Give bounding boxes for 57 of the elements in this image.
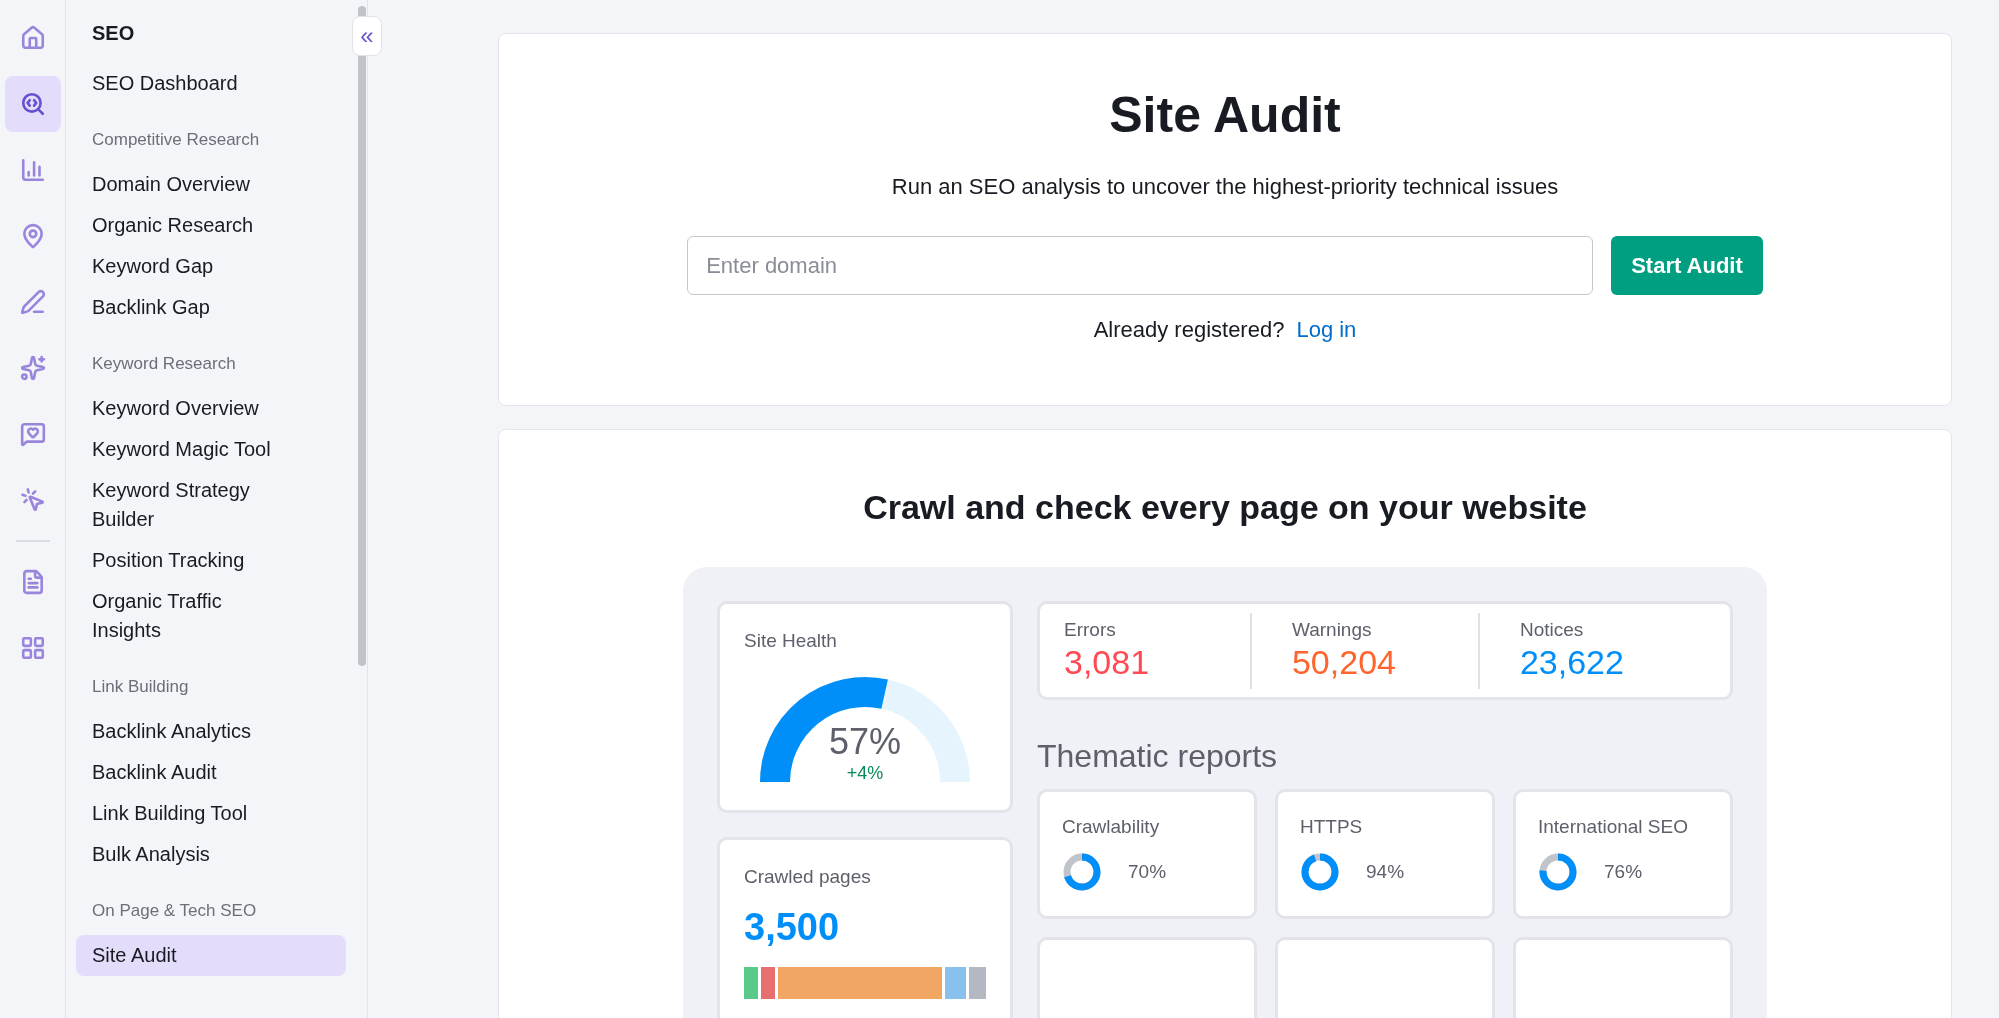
login-link[interactable]: Log in (1296, 317, 1357, 343)
donut-chart-icon (1538, 852, 1578, 892)
donut-chart-icon (1300, 852, 1340, 892)
crawled-pages-count: 3,500 (744, 906, 841, 949)
donut-chart-icon (1062, 852, 1102, 892)
sidebar-item[interactable]: Keyword Gap (76, 246, 346, 287)
issue-count: 3,081 (1064, 643, 1151, 682)
sidebar-item[interactable]: Site Audit (76, 935, 346, 976)
magnifier-icon (19, 91, 46, 117)
report-percent: 94% (1366, 861, 1405, 883)
sidebar-item[interactable]: Organic Research (76, 205, 346, 246)
report-name: HTTPS (1300, 816, 1364, 838)
bar-chart-icon (19, 157, 46, 183)
cursor-click-icon (19, 487, 46, 513)
report-name: Crawlability (1062, 816, 1161, 838)
issue-count: 23,622 (1519, 643, 1625, 682)
sidebar-item[interactable]: Keyword Overview (76, 388, 346, 429)
report-name: International SEO (1538, 816, 1689, 838)
thematic-reports-heading: Thematic reports (1037, 738, 1279, 775)
home-icon (19, 25, 46, 51)
collapse-sidebar-button[interactable]: « (352, 16, 382, 56)
sidebar-item[interactable]: Organic Traffic Insights (76, 581, 346, 651)
page-title: Site Audit (1109, 86, 1341, 144)
section-heading: Crawl and check every page on your website (863, 488, 1587, 527)
issue-count: 50,204 (1291, 643, 1397, 682)
report-percent: 70% (1128, 861, 1167, 883)
sidebar-item[interactable]: Position Tracking (76, 540, 346, 581)
sparkle-icon (19, 355, 46, 381)
issue-label: Errors (1064, 619, 1116, 641)
sidebar-section-heading: Keyword Research (91, 354, 237, 374)
login-prompt: Already registered? (1093, 317, 1285, 343)
card-label: Crawled pages (744, 866, 872, 888)
chat-heart-icon (19, 421, 46, 447)
sidebar-item[interactable]: Keyword Magic Tool (76, 429, 346, 470)
sidebar-section-heading: Competitive Research (91, 130, 261, 150)
issue-label: Notices (1519, 619, 1584, 641)
sidebar-item[interactable]: Domain Overview (76, 164, 346, 205)
health-percent: 57% (828, 721, 902, 763)
sidebar-section-heading: Link Building (91, 677, 190, 697)
card-label: Site Health (744, 630, 837, 652)
sidebar-item[interactable]: Backlink Audit (76, 752, 346, 793)
report-percent: 76% (1604, 861, 1643, 883)
grid-icon (19, 635, 46, 661)
sidebar-title: SEO (91, 22, 136, 45)
sidebar-item[interactable]: Bulk Analysis (76, 834, 346, 875)
pen-icon (19, 289, 46, 315)
health-change: +4% (846, 763, 884, 784)
issue-label: Warnings (1291, 619, 1372, 641)
subtitle: Run an SEO analysis to uncover the highest-priority technical issues (891, 174, 1559, 200)
sidebar-item[interactable]: Backlink Analytics (76, 711, 346, 752)
sidebar-item[interactable]: Backlink Gap (76, 287, 346, 328)
nav-rail-button[interactable] (4, 76, 61, 132)
sidebar-item[interactable]: Link Building Tool (76, 793, 346, 834)
sidebar-item[interactable]: SEO Dashboard (76, 63, 346, 104)
domain-input-field[interactable]: Enter domain (687, 236, 1594, 295)
sidebar-item[interactable]: Keyword Strategy Builder (76, 470, 346, 540)
sidebar-section-heading: On Page & Tech SEO (91, 901, 258, 921)
